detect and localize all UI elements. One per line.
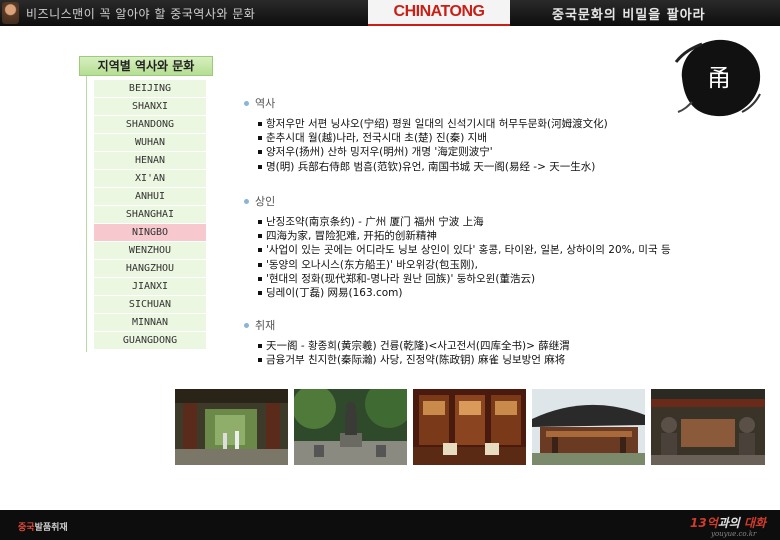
section-item: 딩레이(丁磊) 网易(163.com)	[258, 286, 671, 300]
photo-library[interactable]	[413, 389, 526, 465]
section-item-text: 四海为家, 冒险犯难, 开拓的创新精神	[266, 230, 437, 243]
photo-figures[interactable]	[651, 389, 765, 465]
section-item: '동양의 오나시스(东方船王)' 바오위강(包玉刚),	[258, 258, 671, 272]
bullet-icon	[258, 150, 262, 155]
bullet-icon	[258, 262, 262, 267]
section-items: 항저우만 서편 닝샤오(宁绍) 평원 일대의 신석기시대 허무두문화(河姆渡文化…	[258, 117, 608, 174]
sidebar-item-wuhan[interactable]: WUHAN	[94, 134, 206, 151]
section-item-text: 항저우만 서편 닝샤오(宁绍) 평원 일대의 신석기시대 허무두문화(河姆渡文化…	[266, 118, 608, 130]
sidebar-item-shandong[interactable]: SHANDONG	[94, 116, 206, 133]
sidebar-item-sichuan[interactable]: SICHUAN	[94, 296, 206, 313]
avatar	[2, 2, 19, 24]
section-item: '현대의 정화(现代郑和-명나라 원난 回族)' 둥하오윈(董浩云)	[258, 272, 671, 286]
section-title-text: 상인	[255, 195, 276, 208]
section-title-text: 역사	[255, 97, 276, 110]
section-bullet-icon	[244, 100, 249, 106]
section-reporting: 취재 天一阁 - 황종희(黄宗羲) 건륭(乾隆)<사고전서(四库全书)> 薛继渭…	[244, 317, 570, 367]
bullet-icon	[258, 344, 262, 348]
section-title-text: 취재	[255, 319, 276, 332]
section-item: 춘추시대 월(越)나라, 전국시대 초(楚) 진(秦) 지배	[258, 131, 608, 145]
bullet-icon	[258, 220, 262, 224]
sidebar-item-guangdong[interactable]: GUANGDONG	[94, 332, 206, 349]
bullet-icon	[258, 164, 262, 169]
bullet-icon	[258, 234, 262, 239]
sidebar-item-shanghai[interactable]: SHANGHAI	[94, 206, 206, 223]
footer-brand-red: 13억	[690, 516, 718, 530]
footer-brand: 13억과의 대화	[690, 514, 766, 531]
sidebar-item-henan[interactable]: HENAN	[94, 152, 206, 169]
bullet-icon	[258, 136, 262, 141]
top-banner-left: 비즈니스맨이 꼭 알아야 할 중국역사와 문화	[0, 0, 368, 26]
section-title: 취재	[244, 317, 570, 333]
section-title: 역사	[244, 95, 608, 111]
section-item-text: 춘추시대 월(越)나라, 전국시대 초(楚) 진(秦) 지배	[266, 132, 488, 145]
section-items: 난징조약(南京条约) - 广州 厦门 福州 宁波 上海 四海为家, 冒险犯难, 开…	[258, 215, 671, 300]
section-item-text: 명(明) 兵部右侍郎 범흠(范钦)유언, 南国书城 天一阁(易经 -> 天一生水…	[266, 160, 596, 173]
sidebar-item-minnan[interactable]: MINNAN	[94, 314, 206, 331]
section-bullet-icon	[244, 198, 249, 204]
footer-caption-red: 중국	[18, 523, 35, 533]
seal-character: 甬	[707, 64, 731, 92]
footer-url: youyue.co.kr	[711, 530, 757, 538]
section-item: 양저우(扬州) 산하 밍저우(明州) 개명 '海定则波宁'	[258, 145, 608, 159]
sidebar-item-ningbo[interactable]: NINGBO	[94, 224, 206, 241]
section-item: 금융거부 친지한(秦际瀚) 사당, 진정약(陈政钥) 麻雀 닝보방언 麻将	[258, 353, 570, 367]
section-item-text: '동양의 오나시스(东方船王)' 바오위강(包玉刚),	[266, 258, 478, 271]
footer-bar: 중국발품취재 13억과의 대화 youyue.co.kr	[0, 510, 780, 540]
footer-brand-end: 대화	[744, 516, 767, 530]
sidebar-item-wenzhou[interactable]: WENZHOU	[94, 242, 206, 259]
section-item-text: 天一阁 - 황종희(黄宗羲) 건륭(乾隆)<사고전서(四库全书)> 薛继渭	[266, 340, 570, 352]
section-item: 명(明) 兵部右侍郎 범흠(范钦)유언, 南国书城 天一阁(易经 -> 天一生水…	[258, 160, 608, 174]
footer-brand-mid: 과의	[717, 516, 745, 530]
logo-text: CHINATONG	[393, 3, 485, 20]
section-item-text: 양저우(扬州) 산하 밍저우(明州) 개명 '海定则波宁'	[266, 146, 493, 159]
chinatong-logo[interactable]: CHINATONG	[368, 0, 510, 26]
section-items: 天一阁 - 황종희(黄宗羲) 건륭(乾隆)<사고전서(四库全书)> 薛继渭 금융거…	[258, 339, 570, 367]
section-bullet-icon	[244, 322, 249, 328]
section-item-text: 금융거부 친지한(秦际瀚) 사당, 진정약(陈政钥) 麻雀 닝보방언 麻将	[266, 354, 566, 367]
section-title: 상인	[244, 193, 671, 209]
bullet-icon	[258, 291, 262, 296]
sidebar-item-xian[interactable]: XI'AN	[94, 170, 206, 187]
sidebar-item-shanxi[interactable]: SHANXI	[94, 98, 206, 115]
section-item: 四海为家, 冒险犯难, 开拓的创新精神	[258, 229, 671, 243]
photo-gate[interactable]	[175, 389, 288, 465]
banner-slogan: 비즈니스맨이 꼭 알아야 할 중국역사와 문화	[26, 7, 256, 21]
footer-caption-rest: 발품취재	[34, 523, 68, 533]
section-merchants: 상인 난징조약(南京条约) - 广州 厦门 福州 宁波 上海 四海为家, 冒险犯难…	[244, 193, 671, 300]
banner-tagline: 중국문화의 비밀을 팔아라	[552, 8, 706, 23]
sidebar-title: 지역별 역사와 문화	[79, 56, 213, 76]
photo-strip	[175, 389, 765, 465]
bullet-icon	[258, 358, 262, 363]
footer-caption: 중국발품취재	[18, 520, 68, 533]
section-item: '사업이 있는 곳에는 어디라도 닝보 상인이 있다' 홍콩, 타이완, 일본,…	[258, 243, 671, 257]
section-item: 天一阁 - 황종희(黄宗羲) 건륭(乾隆)<사고전서(四库全书)> 薛继渭	[258, 339, 570, 353]
sidebar-item-jianxi[interactable]: JIANXI	[94, 278, 206, 295]
section-item-text: 딩레이(丁磊) 网易(163.com)	[266, 287, 403, 300]
section-item-text: '현대의 정화(现代郑和-명나라 원난 回族)' 둥하오윈(董浩云)	[266, 272, 536, 285]
section-history: 역사 항저우만 서편 닝샤오(宁绍) 평원 일대의 신석기시대 허무두문화(河姆…	[244, 95, 608, 174]
photo-statue[interactable]	[294, 389, 407, 465]
section-item: 항저우만 서편 닝샤오(宁绍) 평원 일대의 신석기시대 허무두문화(河姆渡文化…	[258, 117, 608, 131]
section-item-text: 난징조약(南京条约) - 广州 厦门 福州 宁波 上海	[266, 216, 484, 228]
top-banner-right: 중국문화의 비밀을 팔아라	[510, 0, 780, 26]
sidebar-item-hangzhou[interactable]: HANGZHOU	[94, 260, 206, 277]
sidebar-item-anhui[interactable]: ANHUI	[94, 188, 206, 205]
sidebar-item-beijing[interactable]: BEIJING	[94, 80, 206, 97]
section-item: 난징조약(南京条约) - 广州 厦门 福州 宁波 上海	[258, 215, 671, 229]
bullet-icon	[258, 122, 262, 126]
top-banner: 비즈니스맨이 꼭 알아야 할 중국역사와 문화 CHINATONG 중국문화의 …	[0, 0, 780, 26]
photo-pavilion[interactable]	[532, 389, 645, 465]
section-item-text: '사업이 있는 곳에는 어디라도 닝보 상인이 있다' 홍콩, 타이완, 일본,…	[266, 244, 671, 257]
bullet-icon	[258, 248, 262, 253]
sidebar-nav: BEIJING SHANXI SHANDONG WUHAN HENAN XI'AN ANHU…	[94, 80, 206, 350]
bullet-icon	[258, 276, 262, 281]
